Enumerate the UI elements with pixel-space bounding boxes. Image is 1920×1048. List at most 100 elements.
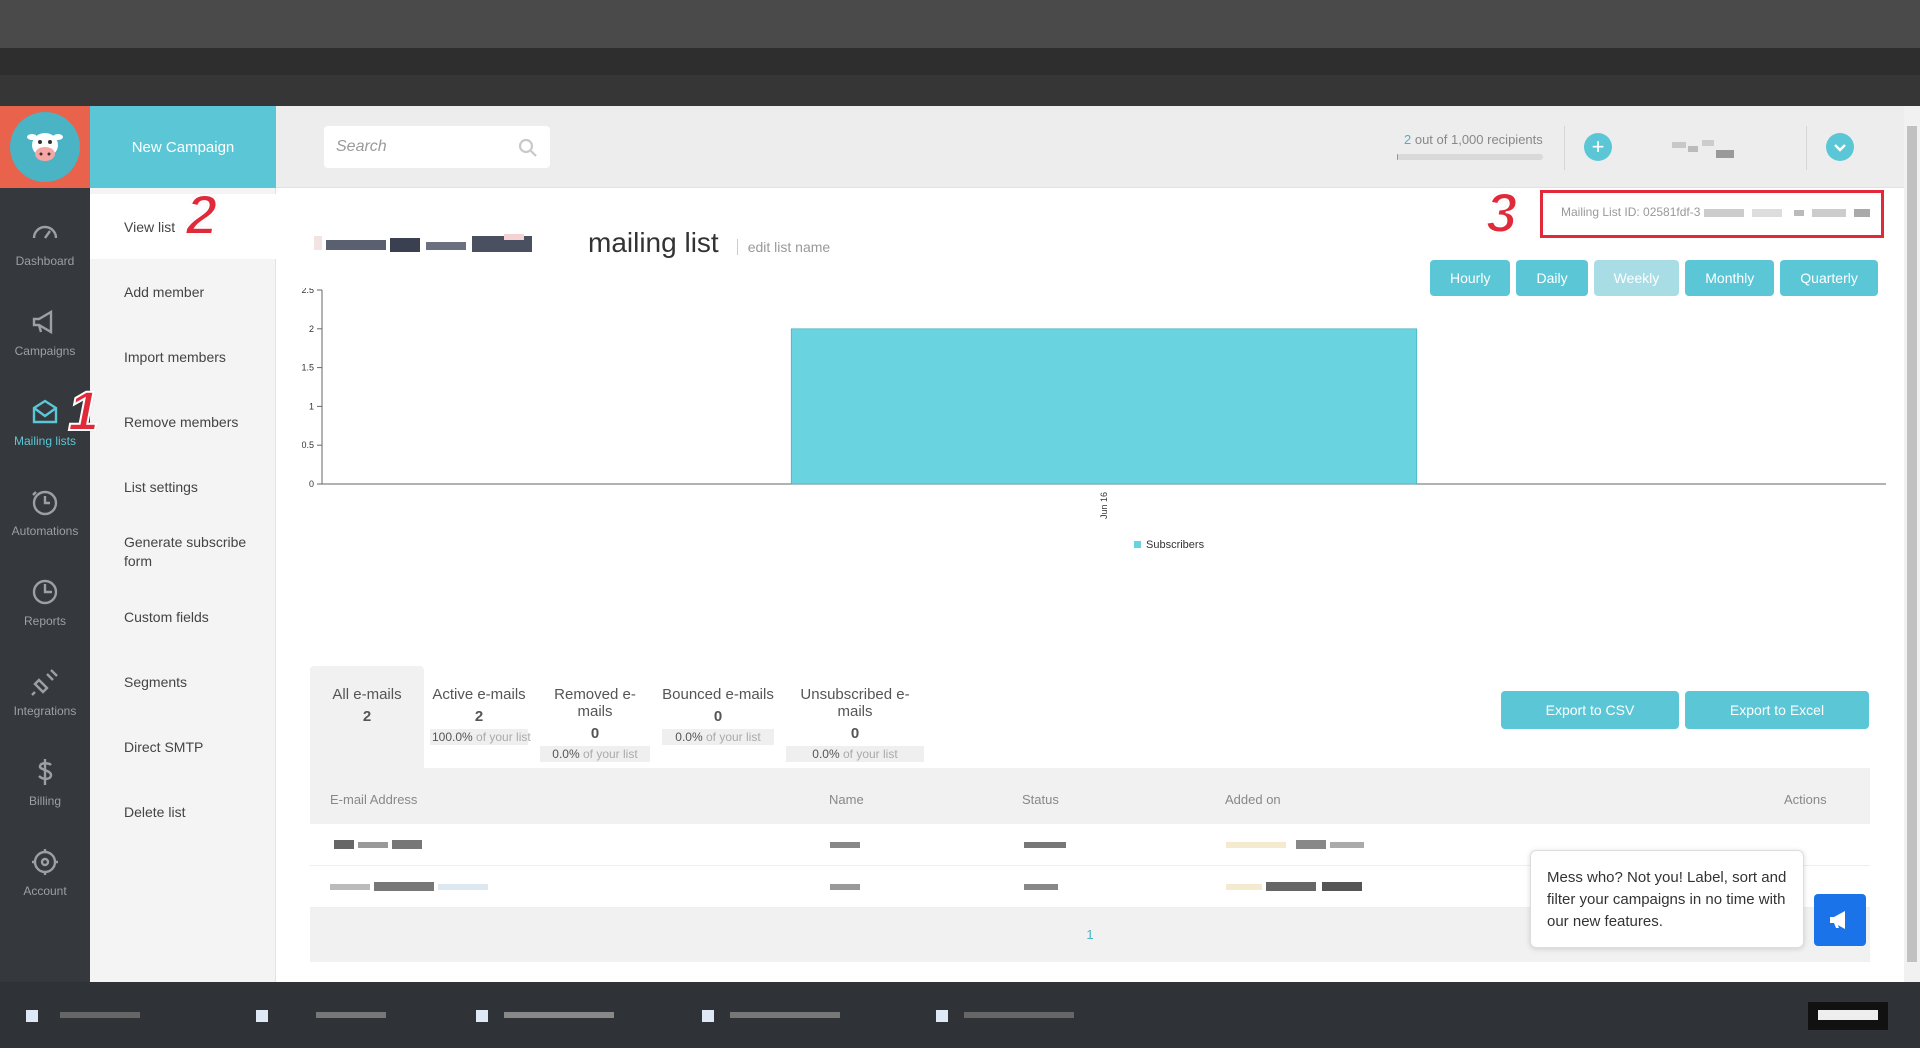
tab-label: Active e-mails xyxy=(432,686,526,703)
col-added-on[interactable]: Added on xyxy=(1225,792,1281,807)
submenu-view-list[interactable]: View list xyxy=(90,194,276,259)
submenu-delete-list[interactable]: Delete list xyxy=(90,779,276,844)
nav-reports[interactable]: Reports xyxy=(0,562,90,642)
added-on-blurred xyxy=(1226,882,1362,891)
annotation-number: 3 xyxy=(1485,180,1518,245)
name-blurred xyxy=(830,884,860,890)
scrollbar-thumb[interactable] xyxy=(1907,126,1917,962)
submenu-custom-fields[interactable]: Custom fields xyxy=(90,584,276,649)
nav-integrations[interactable]: Integrations xyxy=(0,652,90,732)
subscribers-chart: 0 0.5 1 1.5 2 2.5 Jun 16 Subscribers xyxy=(302,288,1886,551)
tab-count: 0 xyxy=(590,725,600,742)
mailing-list-id-box: Mailing List ID: 02581fdf-3 xyxy=(1540,190,1884,238)
search-icon[interactable] xyxy=(518,138,538,158)
tab-removed-emails[interactable]: Removed e-mails 0 0.0% of your list xyxy=(534,666,656,770)
email-blurred xyxy=(330,882,488,891)
megaphone-icon xyxy=(32,309,53,335)
export-excel-button[interactable]: Export to Excel xyxy=(1685,691,1869,729)
export-csv-button[interactable]: Export to CSV xyxy=(1501,691,1679,729)
email-status-tabs: All e-mails 2 Active e-mails 2 100.0% of… xyxy=(310,666,930,770)
col-name[interactable]: Name xyxy=(829,792,864,807)
tab-percent-suffix: of your list xyxy=(702,730,761,744)
tab-count: 0 xyxy=(850,725,860,742)
app-logo[interactable] xyxy=(0,106,90,188)
tab-percent: 0.0% of your list xyxy=(540,746,650,762)
recipients-text: out of 1,000 recipients xyxy=(1411,132,1543,147)
announcement-text: Mess who? Not you! Label, sort and filte… xyxy=(1547,869,1787,930)
tab-all-emails[interactable]: All e-mails 2 xyxy=(310,666,424,770)
topbar-divider xyxy=(1806,126,1807,170)
nav-dashboard[interactable]: Dashboard xyxy=(0,202,90,282)
browser-chrome xyxy=(0,0,1920,121)
submenu-add-member[interactable]: Add member xyxy=(90,259,276,324)
nav-account[interactable]: Account xyxy=(0,832,90,912)
nav-automations[interactable]: Automations xyxy=(0,472,90,552)
browser-tab-strip[interactable] xyxy=(0,0,1920,48)
list-submenu: New Campaign View list Add member Import… xyxy=(90,106,276,982)
user-name-blurred xyxy=(1672,140,1734,158)
x-tick-label: Jun 16 xyxy=(1099,492,1109,519)
col-actions: Actions xyxy=(1784,792,1827,807)
nav-campaigns[interactable]: Campaigns xyxy=(0,292,90,372)
pie-clock-icon xyxy=(32,579,58,605)
tab-percent: 0.0% of your list xyxy=(786,746,924,762)
search-input[interactable] xyxy=(324,126,550,168)
bar xyxy=(790,328,1418,485)
tab-unsubscribed-emails[interactable]: Unsubscribed e-mails 0 0.0% of your list xyxy=(780,666,930,770)
table-header: E-mail Address Name Status Added on Acti… xyxy=(310,768,1870,824)
nav-label: Campaigns xyxy=(14,344,76,358)
announcement-button[interactable] xyxy=(1814,894,1866,946)
add-circle-button[interactable]: + xyxy=(1584,133,1612,161)
tab-bounced-emails[interactable]: Bounced e-mails 0 0.0% of your list xyxy=(656,666,780,770)
chevron-down-icon xyxy=(1834,144,1846,152)
submenu-remove-members[interactable]: Remove members xyxy=(90,389,276,454)
tab-label: All e-mails xyxy=(332,686,402,703)
cow-logo-icon xyxy=(27,133,63,161)
status-blurred xyxy=(1024,842,1066,848)
tab-percent-value: 100.0% xyxy=(432,730,473,744)
app-window: Dashboard Campaigns Mailing lists Automa… xyxy=(0,106,1920,982)
tab-percent-value: 0.0% xyxy=(675,730,703,744)
tab-percent-value: 0.0% xyxy=(812,747,840,761)
tab-percent-suffix: of your list xyxy=(579,747,638,761)
page-scrollbar[interactable] xyxy=(1904,106,1920,982)
gear-icon xyxy=(32,849,58,875)
tab-percent-suffix: of your list xyxy=(472,730,531,744)
tab-percent: 100.0% of your list xyxy=(430,729,531,745)
submenu-direct-smtp[interactable]: Direct SMTP xyxy=(90,714,276,779)
submenu-generate-subscribe-form[interactable]: Generate subscribe form xyxy=(90,519,276,584)
tab-percent: 0.0% of your list xyxy=(662,729,774,745)
tab-active-emails[interactable]: Active e-mails 2 100.0% of your list xyxy=(424,666,534,770)
account-dropdown-button[interactable] xyxy=(1826,133,1854,161)
page-link[interactable]: 1 xyxy=(1086,927,1093,942)
feature-announcement-popup[interactable]: Mess who? Not you! Label, sort and filte… xyxy=(1530,850,1804,948)
gauge-icon xyxy=(32,225,58,239)
y-tick-label: 0 xyxy=(309,479,314,489)
top-bar: 2 out of 1,000 recipients + xyxy=(276,106,1920,188)
col-email[interactable]: E-mail Address xyxy=(330,792,417,807)
tab-count: 2 xyxy=(362,708,372,725)
browser-toolbar xyxy=(0,48,1920,121)
annotation-number: 1 xyxy=(67,378,100,443)
dollar-icon xyxy=(38,759,53,785)
page-title: mailing list edit list name xyxy=(314,226,830,259)
email-blurred xyxy=(334,840,422,849)
submenu-import-members[interactable]: Import members xyxy=(90,324,276,389)
nav-label: Mailing lists xyxy=(13,434,76,448)
submenu-segments[interactable]: Segments xyxy=(90,649,276,714)
annotation-number: 2 xyxy=(185,182,218,247)
name-blurred xyxy=(830,842,860,848)
taskbar-items-blurred xyxy=(26,1002,1888,1030)
list-id-blurred xyxy=(1703,208,1870,217)
col-status[interactable]: Status xyxy=(1022,792,1059,807)
new-campaign-button[interactable]: New Campaign xyxy=(90,106,276,188)
edit-list-name-link[interactable]: edit list name xyxy=(736,239,830,255)
tab-percent-suffix: of your list xyxy=(839,747,898,761)
bookmarks-bar[interactable] xyxy=(0,75,1920,106)
nav-billing[interactable]: Billing xyxy=(0,742,90,822)
megaphone-icon xyxy=(1830,911,1845,929)
topbar-divider xyxy=(1564,126,1565,170)
submenu-list-settings[interactable]: List settings xyxy=(90,454,276,519)
nav-label: Integrations xyxy=(13,704,77,718)
recipients-progress-bar xyxy=(1397,154,1543,160)
